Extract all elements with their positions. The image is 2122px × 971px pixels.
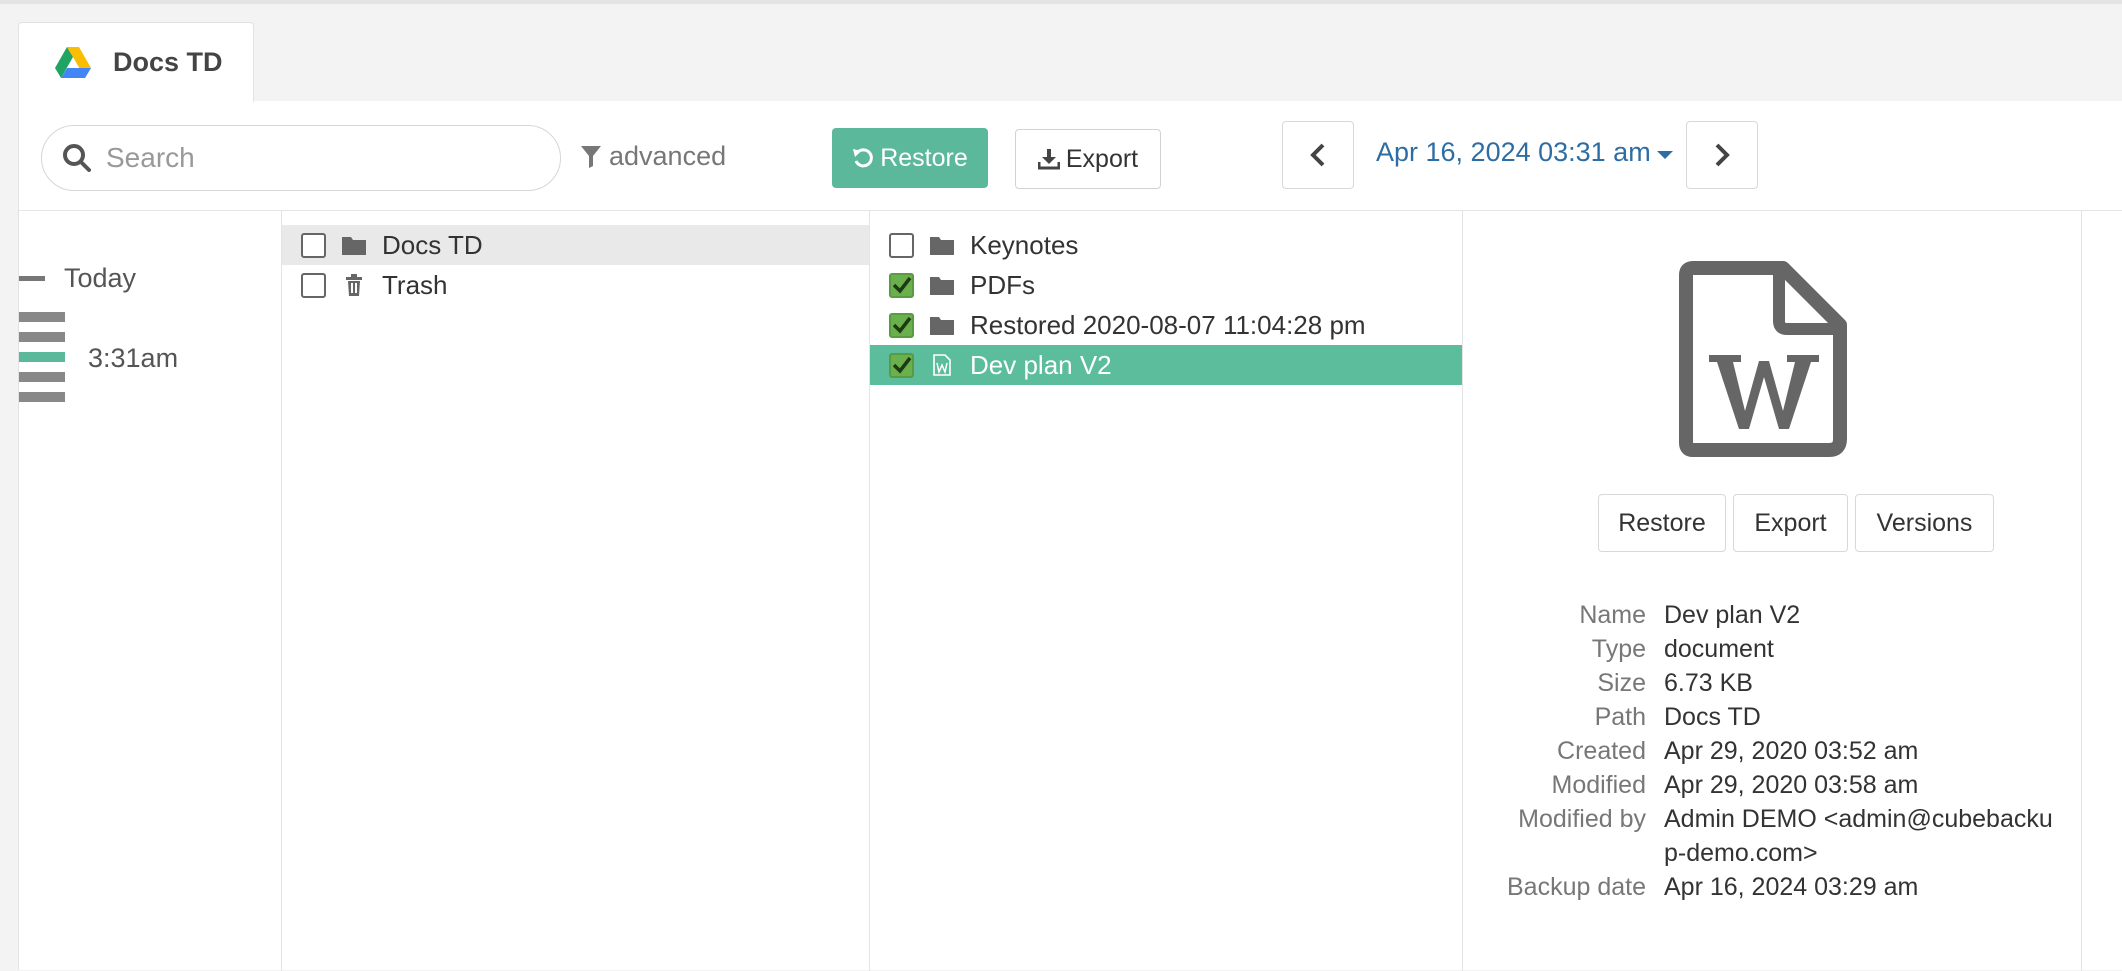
restore-button-label: Restore [880,143,968,172]
restore-button[interactable]: Restore [832,128,988,188]
file-item-label: Restored 2020-08-07 11:04:28 pm [970,309,1366,340]
folder-tree: Docs TD Trash [282,211,869,970]
meta-key: Name [1579,601,1646,629]
search-icon [63,144,91,172]
meta-row-backup-date: Backup date Apr 16, 2024 03:29 am [1463,870,2063,904]
meta-row-modified: Modified Apr 29, 2020 03:58 am [1463,768,2063,802]
timeline-snapshot-bar-active[interactable] [19,352,65,362]
meta-value: Apr 29, 2020 03:58 am [1664,771,1919,799]
details-export-label: Export [1754,508,1827,537]
meta-value: Admin DEMO <admin@cubebackup-demo.com> [1664,805,2053,867]
search-box[interactable] [41,125,561,191]
previous-backup-button[interactable] [1282,121,1354,189]
backup-timeline: Today 3:31am [19,211,281,970]
checkbox[interactable] [301,272,326,298]
main-panel: advanced Restore Export Apr 16, 2024 03:… [18,101,2122,971]
word-document-icon [1679,261,1847,457]
check-icon [892,316,911,334]
timeline-snapshot-bar[interactable] [19,392,65,402]
top-border [0,0,2122,4]
tab-docs-td[interactable]: Docs TD [18,22,254,102]
tree-item-trash[interactable]: Trash [282,265,869,305]
search-input[interactable] [106,142,526,174]
tree-item-label: Trash [382,269,448,300]
file-metadata: Name Dev plan V2 Type document Size 6.73… [1463,598,2063,904]
checkbox-checked[interactable] [889,352,914,378]
versions-label: Versions [1876,508,1973,537]
folder-icon [342,237,366,255]
check-icon [892,356,911,374]
chevron-left-icon [1310,143,1325,167]
meta-key: Size [1597,669,1646,697]
folder-icon [930,277,954,295]
timeline-snapshot-bar[interactable] [19,332,65,342]
file-item-keynotes[interactable]: Keynotes [870,225,1462,265]
checkbox-checked[interactable] [889,272,914,298]
meta-key: Backup date [1507,873,1646,901]
meta-key: Created [1557,737,1646,765]
today-label: Today [64,263,137,293]
meta-value: Apr 16, 2024 03:29 am [1664,873,1919,901]
caret-down-icon [1656,150,1673,159]
word-document-icon [933,354,951,376]
folder-icon [930,237,954,255]
meta-key: Type [1591,635,1646,663]
checkbox-checked[interactable] [889,312,914,338]
timeline-snapshot-bar[interactable] [19,312,65,322]
tree-item-label: Docs TD [382,229,483,260]
meta-key: Modified by [1518,805,1646,833]
today-marker [19,276,45,281]
file-item-label: Dev plan V2 [970,349,1112,380]
meta-row-created: Created Apr 29, 2020 03:52 am [1463,734,2063,768]
undo-icon [853,148,874,168]
meta-value: Apr 29, 2020 03:52 am [1664,737,1919,765]
check-icon [892,276,911,294]
details-export-button[interactable]: Export [1733,494,1848,552]
meta-row-path: Path Docs TD [1463,700,2063,734]
export-button[interactable]: Export [1015,129,1161,189]
meta-key: Path [1594,703,1646,731]
versions-button[interactable]: Versions [1855,494,1994,552]
toolbar: advanced Restore Export Apr 16, 2024 03:… [19,101,2122,211]
timeline-snapshot-bar[interactable] [19,372,65,382]
file-item-pdfs[interactable]: PDFs [870,265,1462,305]
file-item-label: PDFs [970,269,1035,300]
next-backup-button[interactable] [1686,121,1758,189]
meta-value: 6.73 KB [1664,669,1753,697]
meta-key: Modified [1551,771,1647,799]
file-list: Keynotes PDFs Restored 2020-08-07 11:04:… [870,211,1462,970]
meta-value: Docs TD [1664,703,1761,731]
download-icon [1037,149,1060,170]
meta-row-type: Type document [1463,632,2063,666]
tree-item-docs-td[interactable]: Docs TD [282,225,869,265]
meta-row-name: Name Dev plan V2 [1463,598,2063,632]
export-button-label: Export [1065,144,1139,173]
tab-label: Docs TD [113,47,223,77]
google-drive-icon [55,46,91,78]
checkbox[interactable] [889,232,914,258]
file-item-label: Keynotes [970,229,1079,260]
snapshot-time-label: 3:31am [88,343,179,373]
file-details-panel: Restore Export Versions Name Dev plan V2… [1463,211,2063,970]
advanced-label: advanced [609,141,727,171]
details-restore-label: Restore [1618,508,1706,537]
meta-value: Dev plan V2 [1664,601,1801,629]
details-restore-button[interactable]: Restore [1598,494,1726,552]
advanced-filter-link[interactable]: advanced [581,141,726,172]
backup-date-dropdown[interactable]: Apr 16, 2024 03:31 am [1376,137,1673,168]
meta-row-size: Size 6.73 KB [1463,666,2063,700]
column-divider [2081,211,2082,971]
chevron-right-icon [1715,143,1730,167]
meta-value: document [1664,635,1774,663]
filter-icon [581,145,601,168]
checkbox[interactable] [301,232,326,258]
trash-icon [346,274,362,296]
file-item-dev-plan-v2[interactable]: Dev plan V2 [870,345,1462,385]
backup-date-label: Apr 16, 2024 03:31 am [1376,137,1651,167]
folder-icon [930,317,954,335]
meta-row-modified-by: Modified by Admin DEMO <admin@cubebackup… [1463,802,2063,870]
file-item-restored-folder[interactable]: Restored 2020-08-07 11:04:28 pm [870,305,1462,345]
